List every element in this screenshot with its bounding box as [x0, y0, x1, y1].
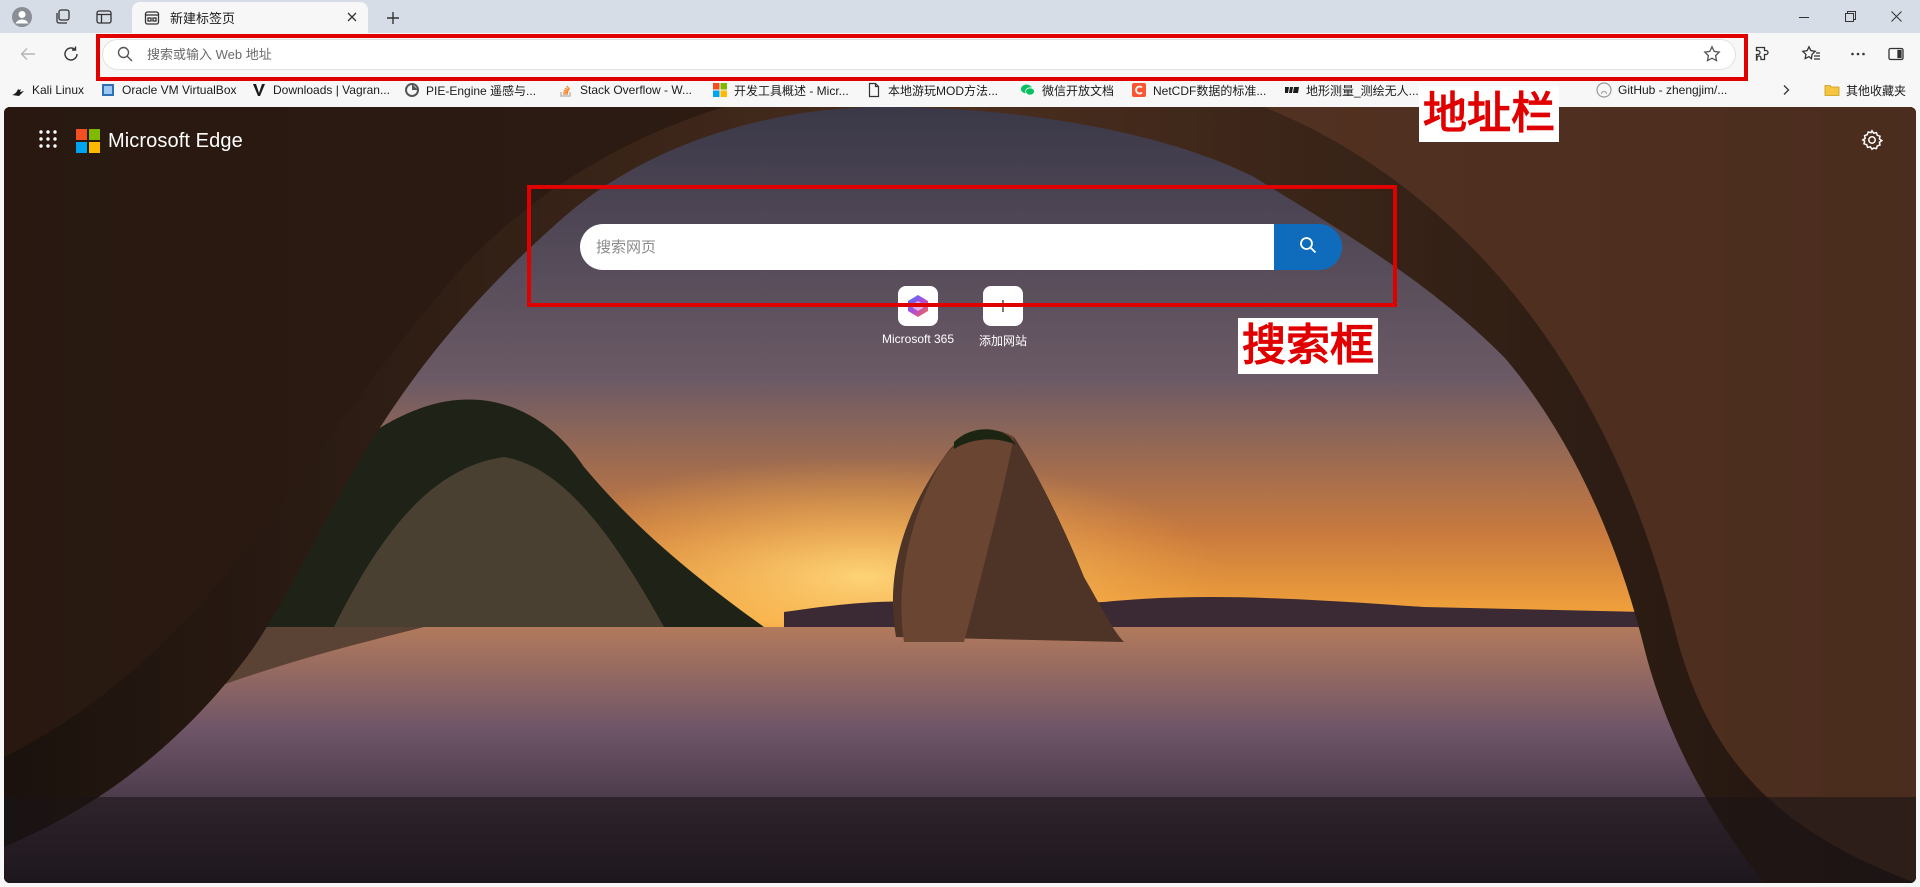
- bookmark-item[interactable]: Oracle VM VirtualBox: [100, 81, 237, 99]
- bookmark-item[interactable]: GitHub - zhengjim/...: [1596, 81, 1727, 99]
- address-bar-annotation: 地址栏: [1419, 86, 1559, 142]
- new-tab-page-icon: [144, 10, 160, 26]
- virtualbox-icon: [100, 82, 116, 98]
- refresh-icon[interactable]: [56, 39, 86, 69]
- page-icon: [866, 82, 882, 98]
- favorites-icon[interactable]: [1796, 39, 1826, 69]
- tab-title: 新建标签页: [170, 11, 236, 26]
- bookmarks-overflow-chevron-icon[interactable]: [1780, 81, 1792, 99]
- microsoft-logo-icon: [76, 129, 100, 153]
- folder-icon: [1824, 82, 1840, 98]
- search-box-annotation: 搜索框: [1238, 318, 1378, 374]
- bookmark-item[interactable]: 本地游玩MOD方法...: [866, 81, 998, 99]
- extensions-icon[interactable]: [1748, 39, 1778, 69]
- back-icon[interactable]: [13, 39, 43, 69]
- vagrant-icon: [251, 82, 267, 98]
- quick-link-label: 添加网站: [978, 334, 1027, 348]
- csdn-icon: [1131, 82, 1147, 98]
- tab-strip: 新建标签页: [0, 0, 1920, 33]
- bookmark-item[interactable]: PIE-Engine 遥感与...: [404, 81, 536, 99]
- minimize-icon[interactable]: [1781, 0, 1827, 33]
- bookmark-item[interactable]: Downloads | Vagran...: [251, 81, 390, 99]
- profile-avatar-icon[interactable]: [8, 3, 36, 31]
- sidebar-toggle-icon[interactable]: [1881, 39, 1911, 69]
- address-bar-highlight: [96, 34, 1748, 81]
- quick-link-label: Microsoft 365: [881, 332, 955, 346]
- more-options-icon[interactable]: [1843, 39, 1873, 69]
- other-favorites-folder[interactable]: 其他收藏夹: [1824, 81, 1906, 99]
- tab-new-tab[interactable]: 新建标签页: [132, 2, 368, 33]
- bookmark-item[interactable]: 开发工具概述 - Micr...: [712, 81, 849, 99]
- kali-icon: [10, 82, 26, 98]
- new-tab-button[interactable]: [380, 5, 406, 31]
- pie-engine-icon: [404, 82, 420, 98]
- stackoverflow-icon: [558, 82, 574, 98]
- vertical-tabs-icon[interactable]: [90, 3, 118, 31]
- restore-icon[interactable]: [1827, 0, 1873, 33]
- gear-icon[interactable]: [1861, 129, 1884, 156]
- bookmark-item[interactable]: NetCDF数据的标准...: [1131, 81, 1266, 99]
- bookmark-item[interactable]: Kali Linux: [10, 81, 84, 99]
- app-launcher-icon[interactable]: [38, 129, 58, 154]
- bookmark-item[interactable]: 微信开放文档: [1020, 81, 1114, 99]
- search-box-highlight: [527, 185, 1397, 307]
- microsoft-icon: [712, 82, 728, 98]
- github-icon: [1596, 82, 1612, 98]
- close-tab-icon[interactable]: [344, 9, 360, 25]
- wechat-icon: [1020, 82, 1036, 98]
- brand-title: Microsoft Edge: [108, 130, 243, 152]
- dji-icon: [1284, 82, 1300, 98]
- workspaces-icon[interactable]: [49, 3, 77, 31]
- close-window-icon[interactable]: [1873, 0, 1919, 33]
- bookmark-item[interactable]: Stack Overflow - W...: [558, 81, 692, 99]
- bookmark-item[interactable]: 地形测量_测绘无人...: [1284, 81, 1419, 99]
